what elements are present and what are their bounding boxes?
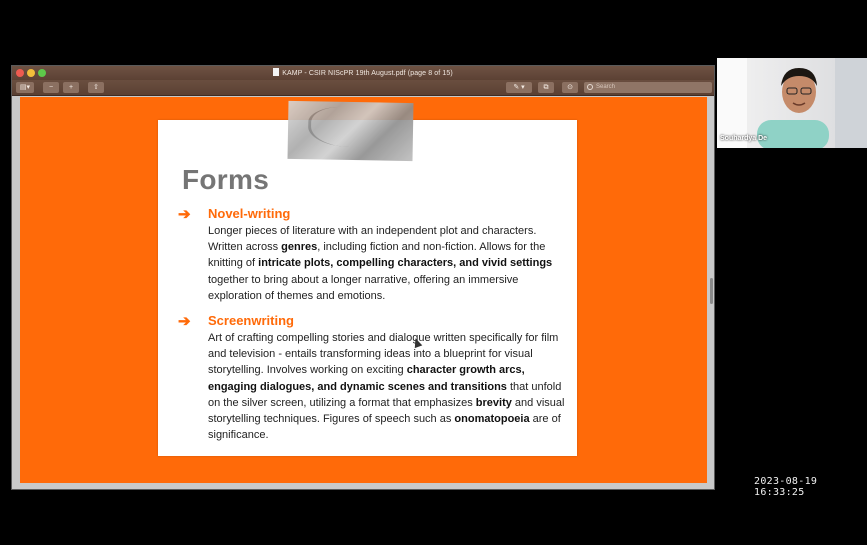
bold-text: onomatopoeia [454, 413, 530, 426]
sidebar-toggle-button[interactable]: ▤▾ [16, 82, 34, 93]
participant-name: Souhardya De [720, 135, 768, 142]
section-body: Art of crafting compelling stories and d… [208, 330, 568, 443]
title-bar: KAMP - CSIR NIScPR 19th August.pdf (page… [12, 66, 714, 80]
rotate-button[interactable]: ⧉ [538, 82, 554, 93]
zoom-out-button[interactable]: − [43, 82, 59, 93]
document-icon [273, 68, 280, 76]
markup-button[interactable]: ✎ ▾ [506, 82, 532, 93]
zoom-in-button[interactable]: + [63, 82, 79, 93]
toolbar: ▤▾ − + ⇧ ✎ ▾ ⧉ ⊙ Search [12, 80, 714, 96]
body-text: together to bring about a longer narrati… [208, 273, 519, 302]
search-icon [587, 84, 593, 90]
recording-timestamp: 2023-08-19 16:33:25 [754, 476, 818, 498]
tape-decoration [287, 100, 414, 162]
annotate-button[interactable]: ⊙ [562, 82, 578, 93]
search-input[interactable]: Search [584, 82, 712, 93]
bold-text: brevity [475, 396, 512, 409]
vertical-scrollbar[interactable] [710, 278, 713, 304]
section-heading: Novel-writing [208, 206, 291, 221]
arrow-icon: ➔ [178, 206, 191, 223]
section-body: Longer pieces of literature with an inde… [208, 223, 568, 304]
bold-text: intricate plots, compelling characters, … [258, 257, 553, 270]
section-heading: Screenwriting [208, 313, 294, 328]
share-button[interactable]: ⇧ [88, 82, 104, 93]
webcam-thumbnail[interactable]: Souhardya De [717, 58, 867, 148]
arrow-icon: ➔ [178, 313, 191, 330]
slide-title: Forms [182, 164, 270, 195]
bold-text: genres [281, 241, 318, 254]
window-title: KAMP - CSIR NIScPR 19th August.pdf (page… [12, 68, 714, 77]
slide-card: Forms ➔ Novel-writing Longer pieces of l… [158, 100, 577, 456]
